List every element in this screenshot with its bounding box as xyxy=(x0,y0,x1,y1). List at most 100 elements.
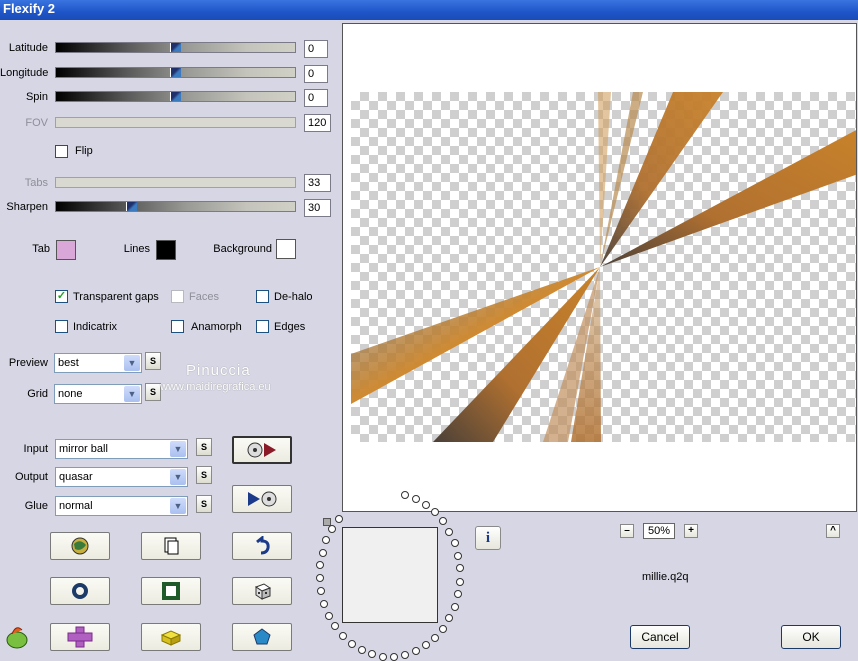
cube-button[interactable] xyxy=(141,623,201,651)
tabs-value[interactable]: 33 xyxy=(304,174,331,192)
navigator-thumbnail[interactable] xyxy=(342,527,438,623)
rotation-ring-dot[interactable] xyxy=(445,614,453,622)
sharpen-slider-thumb[interactable] xyxy=(126,202,137,211)
zoom-in-button[interactable]: + xyxy=(684,524,698,538)
rotation-ring-dot[interactable] xyxy=(454,590,462,598)
input-select[interactable]: mirror ball ▼ xyxy=(55,439,188,459)
cross-shape-button[interactable] xyxy=(50,623,110,651)
fov-slider xyxy=(55,117,296,128)
spin-label: Spin xyxy=(25,91,48,103)
grid-label: Grid xyxy=(27,388,48,400)
ring-shape-button[interactable] xyxy=(50,577,110,605)
input-s-button[interactable]: S xyxy=(196,438,212,456)
spin-slider[interactable] xyxy=(55,91,296,102)
rotation-ring-dot[interactable] xyxy=(451,603,459,611)
grid-s-button[interactable]: S xyxy=(145,383,161,401)
edges-checkbox[interactable] xyxy=(256,320,269,333)
rotation-ring-dot[interactable] xyxy=(451,539,459,547)
chevron-down-icon[interactable]: ▼ xyxy=(170,469,186,485)
rotation-ring-dot[interactable] xyxy=(431,634,439,642)
preview-s-button[interactable]: S xyxy=(145,352,161,370)
glue-select[interactable]: normal ▼ xyxy=(55,496,188,516)
background-color-label: Background xyxy=(213,243,272,255)
copy-button[interactable] xyxy=(141,532,201,560)
latitude-slider-thumb[interactable] xyxy=(170,43,181,52)
chevron-down-icon[interactable]: ▼ xyxy=(124,386,140,402)
undo-button[interactable] xyxy=(232,532,292,560)
output-select[interactable]: quasar ▼ xyxy=(55,467,188,487)
rotation-ring-dot[interactable] xyxy=(335,515,343,523)
rotation-ring-dot[interactable] xyxy=(358,646,366,654)
preview-select-value: best xyxy=(58,357,79,369)
rotation-ring-dot[interactable] xyxy=(325,612,333,620)
rotation-ring-dot[interactable] xyxy=(422,501,430,509)
spin-slider-thumb[interactable] xyxy=(170,92,181,101)
transparent-gaps-checkbox[interactable]: ✓ xyxy=(55,290,68,303)
rotation-ring-dot[interactable] xyxy=(316,574,324,582)
input-label: Input xyxy=(23,443,48,455)
cancel-button[interactable]: Cancel xyxy=(630,625,690,649)
rotation-ring-dot[interactable] xyxy=(379,653,387,661)
rotation-ring-dot[interactable] xyxy=(456,564,464,572)
tab-color-swatch[interactable] xyxy=(56,240,76,260)
longitude-label: Longitude xyxy=(0,67,49,79)
rotation-ring-dot[interactable] xyxy=(322,536,330,544)
rotation-ring-dot[interactable] xyxy=(368,650,376,658)
rotation-ring-dot[interactable] xyxy=(339,632,347,640)
rotation-ring-dot[interactable] xyxy=(412,495,420,503)
latitude-slider[interactable] xyxy=(55,42,296,53)
rotation-ring-dot[interactable] xyxy=(439,517,447,525)
rotation-ring-dot[interactable] xyxy=(317,587,325,595)
apply-input-button[interactable] xyxy=(232,436,292,464)
rotation-ring-dot[interactable] xyxy=(412,647,420,655)
latitude-label: Latitude xyxy=(8,42,48,54)
flip-checkbox[interactable] xyxy=(55,145,68,158)
rotation-ring-dot[interactable] xyxy=(454,552,462,560)
latitude-value[interactable]: 0 xyxy=(304,40,328,58)
preview-select[interactable]: best ▼ xyxy=(54,353,142,373)
fov-value[interactable]: 120 xyxy=(304,114,331,132)
chevron-down-icon[interactable]: ▼ xyxy=(124,355,140,371)
lines-color-swatch[interactable] xyxy=(156,240,176,260)
longitude-slider[interactable] xyxy=(55,67,296,78)
longitude-slider-thumb[interactable] xyxy=(170,68,181,77)
info-button[interactable]: i xyxy=(475,526,501,550)
sharpen-slider[interactable] xyxy=(55,201,296,212)
glue-s-button[interactable]: S xyxy=(196,495,212,513)
chevron-down-icon[interactable]: ▼ xyxy=(170,441,186,457)
sharpen-value[interactable]: 30 xyxy=(304,199,331,217)
rotation-ring-dot[interactable] xyxy=(422,641,430,649)
transparent-gaps-label: Transparent gaps xyxy=(73,291,159,303)
rotation-ring-dot[interactable] xyxy=(445,528,453,536)
background-color-swatch[interactable] xyxy=(276,239,296,259)
spin-value[interactable]: 0 xyxy=(304,89,328,107)
output-s-button[interactable]: S xyxy=(196,466,212,484)
rotation-ring-dot[interactable] xyxy=(348,640,356,648)
rotation-ring-dot[interactable] xyxy=(319,549,327,557)
pentagon-shape-button[interactable] xyxy=(232,623,292,651)
rotation-ring-dot[interactable] xyxy=(431,508,439,516)
de-halo-checkbox[interactable] xyxy=(256,290,269,303)
randomize-colors-button[interactable] xyxy=(50,532,110,560)
longitude-value[interactable]: 0 xyxy=(304,65,328,83)
preview-canvas[interactable] xyxy=(342,23,857,512)
square-frame-button[interactable] xyxy=(141,577,201,605)
rotation-ring-dot[interactable] xyxy=(320,600,328,608)
zoom-out-button[interactable]: – xyxy=(620,524,634,538)
chevron-down-icon[interactable]: ▼ xyxy=(170,498,186,514)
copy-icon xyxy=(164,537,179,555)
rotation-ring-dot[interactable] xyxy=(331,622,339,630)
indicatrix-checkbox[interactable] xyxy=(55,320,68,333)
ok-button[interactable]: OK xyxy=(781,625,841,649)
anamorph-checkbox[interactable] xyxy=(171,320,184,333)
apply-output-button[interactable] xyxy=(232,485,292,513)
rotation-ring-dot[interactable] xyxy=(316,561,324,569)
grid-select[interactable]: none ▼ xyxy=(54,384,142,404)
collapse-button[interactable]: ^ xyxy=(826,524,840,538)
rotation-ring-dot[interactable] xyxy=(390,653,398,661)
random-button[interactable] xyxy=(232,577,292,605)
rotation-ring-dot[interactable] xyxy=(328,525,336,533)
rotation-ring-dot[interactable] xyxy=(439,625,447,633)
rotation-ring-dot[interactable] xyxy=(456,578,464,586)
rotation-ring-dot[interactable] xyxy=(401,491,409,499)
